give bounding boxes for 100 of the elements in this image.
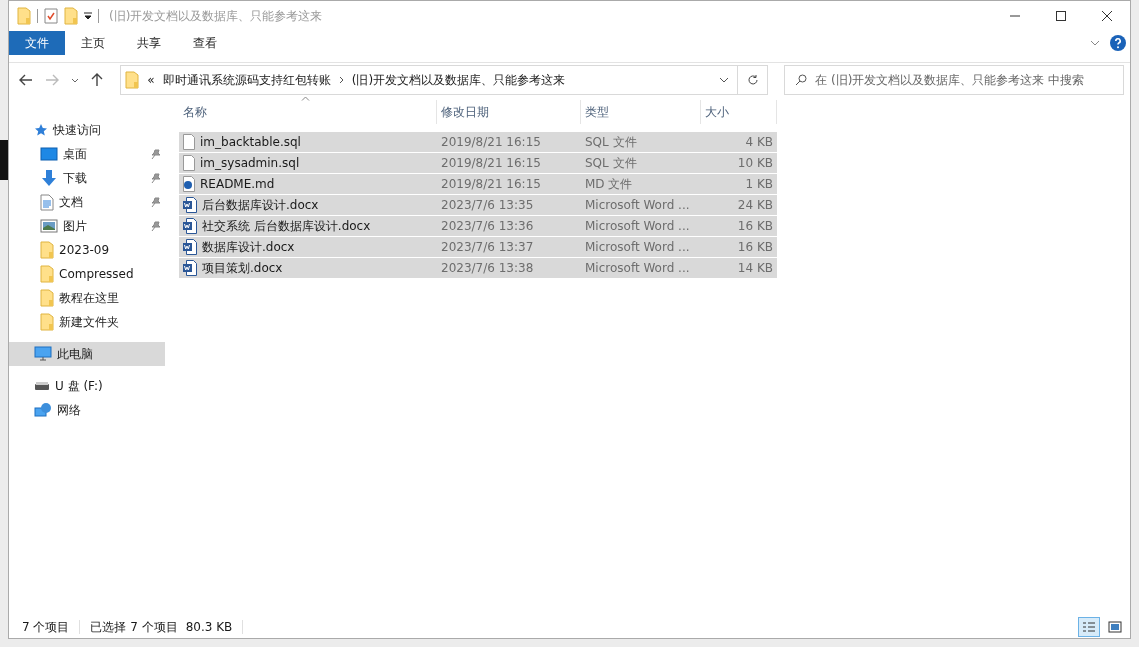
network-icon bbox=[34, 402, 52, 418]
chevron-down-icon[interactable] bbox=[719, 77, 730, 83]
file-size: 14 KB bbox=[736, 261, 774, 275]
dropdown-icon[interactable] bbox=[84, 12, 92, 20]
file-row[interactable]: 项目策划.docx 2023/7/6 13:38 Microsoft Word ... 14 KB bbox=[179, 258, 777, 278]
folder-icon bbox=[40, 313, 54, 331]
details-list-icon bbox=[1082, 621, 1096, 633]
properties-icon[interactable] bbox=[44, 8, 58, 24]
search-field[interactable]: 在 (旧)开发文档以及数据库、只能参考这来 中搜索 bbox=[784, 65, 1124, 95]
file-row[interactable]: 社交系统 后台数据库设计.docx 2023/7/6 13:36 Microsoft Word ... 16 KB bbox=[179, 216, 777, 236]
folder-icon bbox=[17, 7, 31, 25]
file-row[interactable]: im_sysadmin.sql 2019/8/21 16:15 SQL 文件 10 KB bbox=[179, 153, 777, 173]
file-size: 10 KB bbox=[736, 156, 774, 170]
file-row[interactable]: 后台数据库设计.docx 2023/7/6 13:35 Microsoft Word ... 24 KB bbox=[179, 195, 777, 215]
file-size: 16 KB bbox=[736, 240, 774, 254]
nav-item[interactable]: 教程在这里 bbox=[9, 286, 165, 310]
nav-item[interactable]: 2023-09 bbox=[9, 238, 165, 262]
modified-date: 2019/8/21 16:15 bbox=[440, 177, 542, 191]
document-badge-icon bbox=[183, 176, 195, 192]
word-document-icon bbox=[183, 239, 197, 255]
file-type: SQL 文件 bbox=[584, 154, 638, 172]
breadcrumb[interactable]: (旧)开发文档以及数据库、只能参考这来 bbox=[351, 71, 566, 89]
star-icon bbox=[34, 123, 48, 137]
nav-item[interactable]: 网络 bbox=[9, 398, 165, 422]
selection-count: 已选择 7 个项目 bbox=[90, 618, 178, 636]
chevron-down-icon[interactable] bbox=[1090, 40, 1100, 46]
chevron-down-icon[interactable] bbox=[71, 77, 79, 83]
file-type: Microsoft Word ... bbox=[584, 240, 691, 254]
folder-icon bbox=[125, 71, 140, 89]
drive-icon bbox=[34, 381, 50, 391]
file-size: 24 KB bbox=[736, 198, 774, 212]
file-size: 4 KB bbox=[744, 135, 774, 149]
nav-item[interactable]: 快速访问 bbox=[9, 118, 165, 142]
selection-size: 80.3 KB bbox=[185, 620, 233, 634]
nav-item[interactable]: 文档 bbox=[9, 190, 165, 214]
blank-file-icon bbox=[183, 155, 195, 171]
nav-item[interactable]: 桌面 bbox=[9, 142, 165, 166]
nav-item[interactable]: 新建文件夹 bbox=[9, 310, 165, 334]
new-folder-icon bbox=[64, 7, 78, 25]
up-arrow-icon[interactable] bbox=[91, 73, 103, 87]
nav-item[interactable]: U 盘 (F:) bbox=[9, 374, 165, 398]
file-name: 社交系统 后台数据库设计.docx bbox=[202, 217, 371, 235]
breadcrumb[interactable]: 即时通讯系统源码支持红包转账 bbox=[162, 71, 331, 89]
modified-date: 2023/7/6 13:35 bbox=[440, 198, 535, 212]
folder-icon bbox=[40, 265, 54, 283]
refresh-icon bbox=[746, 74, 759, 86]
file-name: 数据库设计.docx bbox=[202, 238, 295, 256]
modified-date: 2023/7/6 13:37 bbox=[440, 240, 535, 254]
column-header[interactable]: 大小 bbox=[701, 100, 777, 124]
file-size: 1 KB bbox=[744, 177, 774, 191]
folder-icon bbox=[40, 289, 54, 307]
column-header[interactable]: 类型 bbox=[581, 100, 701, 124]
nav-item[interactable]: 下载 bbox=[9, 166, 165, 190]
word-document-icon bbox=[183, 197, 197, 213]
computer-icon bbox=[34, 346, 52, 362]
help-icon[interactable] bbox=[1110, 35, 1126, 51]
file-row[interactable]: 数据库设计.docx 2023/7/6 13:37 Microsoft Word ... 16 KB bbox=[179, 237, 777, 257]
file-type: Microsoft Word ... bbox=[584, 261, 691, 275]
nav-item[interactable]: 此电脑 bbox=[9, 342, 165, 366]
file-size: 16 KB bbox=[736, 219, 774, 233]
word-document-icon bbox=[183, 260, 197, 276]
nav-item[interactable]: 图片 bbox=[9, 214, 165, 238]
back-arrow-icon[interactable] bbox=[19, 74, 33, 86]
file-type: Microsoft Word ... bbox=[584, 219, 691, 233]
file-row[interactable]: im_backtable.sql 2019/8/21 16:15 SQL 文件 4 KB bbox=[179, 132, 777, 152]
address-bar[interactable]: « 即时通讯系统源码支持红包转账 (旧)开发文档以及数据库、只能参考这来 bbox=[120, 65, 739, 95]
word-document-icon bbox=[183, 218, 197, 234]
item-count: 7 个项目 bbox=[22, 618, 70, 636]
modified-date: 2023/7/6 13:36 bbox=[440, 219, 535, 233]
file-name: 项目策划.docx bbox=[202, 259, 283, 277]
file-name: 后台数据库设计.docx bbox=[202, 196, 319, 214]
file-type: Microsoft Word ... bbox=[584, 198, 691, 212]
column-header[interactable]: 修改日期 bbox=[437, 100, 581, 124]
chevron-right-icon[interactable] bbox=[338, 76, 344, 84]
window-title: (旧)开发文档以及数据库、只能参考这来 bbox=[109, 7, 324, 25]
column-header[interactable]: 名称 bbox=[179, 100, 437, 124]
modified-date: 2019/8/21 16:15 bbox=[440, 156, 542, 170]
ribbon-tab[interactable]: 文件 bbox=[9, 31, 65, 55]
file-row[interactable]: README.md 2019/8/21 16:15 MD 文件 1 KB bbox=[179, 174, 777, 194]
nav-item[interactable]: Compressed bbox=[9, 262, 165, 286]
desktop-icon bbox=[40, 147, 58, 161]
picture-icon bbox=[1108, 621, 1122, 633]
file-name: im_backtable.sql bbox=[200, 135, 301, 149]
folder-icon bbox=[40, 241, 54, 259]
sort-caret-icon bbox=[301, 96, 310, 101]
background-window bbox=[0, 140, 8, 180]
ribbon-tab[interactable]: 共享 bbox=[121, 31, 177, 55]
file-type: SQL 文件 bbox=[584, 133, 638, 151]
details-view-button[interactable] bbox=[1078, 617, 1100, 637]
download-arrow-icon bbox=[40, 169, 58, 187]
blank-file-icon bbox=[183, 134, 195, 150]
document-icon bbox=[40, 193, 54, 211]
picture-icon bbox=[40, 219, 58, 233]
file-name: im_sysadmin.sql bbox=[200, 156, 300, 170]
modified-date: 2019/8/21 16:15 bbox=[440, 135, 542, 149]
refresh-button[interactable] bbox=[738, 65, 769, 95]
ribbon-tab[interactable]: 主页 bbox=[65, 31, 121, 55]
ribbon-tab[interactable]: 查看 bbox=[177, 31, 233, 55]
file-type: MD 文件 bbox=[584, 175, 634, 193]
breadcrumb-overflow[interactable]: « bbox=[147, 73, 155, 87]
